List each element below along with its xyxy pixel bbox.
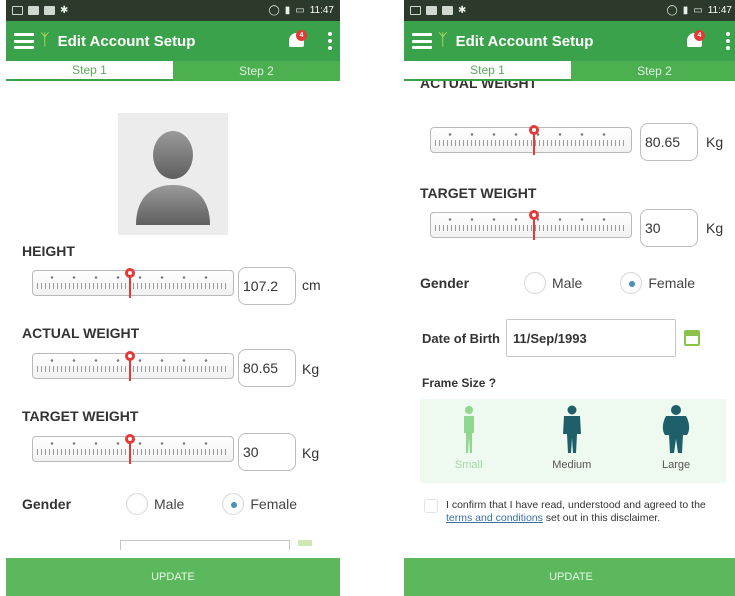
tab-step-1[interactable]: Step 1 — [404, 61, 571, 81]
profile-avatar[interactable] — [118, 113, 228, 235]
target-weight-label: TARGET WEIGHT — [22, 408, 139, 424]
terms-confirmation: I confirm that I have read, understood a… — [420, 499, 726, 525]
actual-weight-unit: Kg — [302, 361, 320, 377]
phone-screen-step1: ✱ ◯ ▮ ▭ 11:47 ᛉ Edit Account Setup 4 Ste… — [6, 0, 340, 596]
small-body-icon — [463, 406, 474, 453]
actual-weight-slider-handle[interactable] — [529, 125, 539, 155]
app-bar: ᛉ Edit Account Setup 4 — [6, 21, 340, 61]
battery-icon: ▭ — [693, 5, 703, 16]
gender-female-radio[interactable]: Female — [222, 493, 297, 515]
gender-label: Gender — [22, 496, 72, 512]
notification-badge: 4 — [296, 30, 307, 41]
notification-badge: 4 — [694, 30, 705, 41]
tab-step-2[interactable]: Step 2 — [571, 61, 735, 81]
gender-label: Gender — [420, 275, 470, 291]
bell-icon[interactable]: 4 — [684, 30, 706, 52]
bell-icon[interactable]: 4 — [286, 30, 308, 52]
terms-link[interactable]: terms and conditions — [446, 512, 543, 524]
gender-female-radio[interactable]: Female — [620, 272, 695, 294]
mail-icon — [28, 6, 39, 15]
actual-weight-slider-handle[interactable] — [125, 351, 135, 381]
calendar-icon[interactable] — [298, 540, 312, 546]
runner-icon: ᛉ — [40, 32, 50, 49]
runner-icon: ᛉ — [438, 32, 448, 49]
form-content: ACTUAL WEIGHT 80.65 Kg TARGET WEIGHT 30 … — [404, 81, 735, 558]
actual-weight-label: ACTUAL WEIGHT — [22, 325, 140, 341]
date-of-birth-label: Date of Birth — [422, 330, 500, 346]
target-weight-label: TARGET WEIGHT — [420, 185, 537, 201]
date-of-birth-input[interactable] — [120, 540, 290, 550]
mail-icon — [44, 6, 55, 15]
date-of-birth-row: Date of Birth 11/Sep/1993 — [422, 319, 700, 357]
frame-size-small[interactable]: Small — [455, 405, 482, 471]
notification-icon — [410, 6, 421, 15]
medium-body-icon — [562, 405, 581, 453]
update-button[interactable]: UPDATE — [6, 558, 340, 596]
calendar-icon[interactable] — [684, 330, 700, 346]
actual-weight-unit: Kg — [706, 134, 724, 150]
app-bar: ᛉ Edit Account Setup 4 — [404, 21, 735, 61]
actual-weight-label: ACTUAL WEIGHT — [420, 81, 538, 91]
person-silhouette-icon — [136, 131, 210, 225]
tab-step-1[interactable]: Step 1 — [6, 61, 173, 81]
signal-icon: ▮ — [682, 5, 689, 16]
height-slider-handle[interactable] — [125, 268, 135, 298]
app-title: Edit Account Setup — [57, 32, 196, 50]
notification-icon — [12, 6, 23, 15]
terms-checkbox[interactable] — [424, 499, 438, 513]
status-time: 11:47 — [309, 5, 334, 16]
step-tabs: Step 1 Step 2 — [404, 61, 735, 81]
gender-row: Gender Male Female — [22, 491, 340, 517]
frame-size-options: Small Medium Large — [420, 399, 726, 483]
target-weight-slider-handle[interactable] — [529, 210, 539, 240]
more-vert-icon[interactable] — [726, 32, 730, 50]
height-label: HEIGHT — [22, 243, 75, 259]
target-weight-unit: Kg — [302, 445, 320, 461]
status-app-icon: ✱ — [458, 5, 467, 16]
actual-weight-input[interactable]: 80.65 — [640, 123, 698, 161]
target-weight-slider-handle[interactable] — [125, 434, 135, 464]
target-weight-unit: Kg — [706, 220, 724, 236]
hamburger-icon[interactable] — [14, 33, 34, 49]
gender-male-radio[interactable]: Male — [126, 493, 184, 515]
alarm-icon: ◯ — [268, 5, 280, 16]
status-time: 11:47 — [707, 5, 732, 16]
terms-text: I confirm that I have read, understood a… — [446, 499, 706, 524]
large-body-icon — [662, 405, 690, 453]
frame-size-medium[interactable]: Medium — [552, 405, 591, 471]
step-tabs: Step 1 Step 2 — [6, 61, 340, 81]
phone-screen-step1-scrolled: ✱ ◯ ▮ ▭ 11:47 ᛉ Edit Account Setup 4 Ste… — [404, 0, 735, 596]
update-button[interactable]: UPDATE — [404, 558, 735, 596]
status-bar: ✱ ◯ ▮ ▭ 11:47 — [404, 0, 735, 21]
date-of-birth-input[interactable]: 11/Sep/1993 — [506, 319, 676, 357]
status-app-icon: ✱ — [60, 5, 69, 16]
tab-step-2[interactable]: Step 2 — [173, 61, 340, 81]
mail-icon — [442, 6, 453, 15]
battery-icon: ▭ — [295, 5, 305, 16]
gender-row: Gender Male Female — [420, 270, 735, 296]
form-content: HEIGHT 107.2 cm ACTUAL WEIGHT 80.65 Kg T… — [6, 81, 340, 558]
height-unit: cm — [302, 277, 321, 293]
more-vert-icon[interactable] — [328, 32, 332, 50]
target-weight-input[interactable]: 30 — [640, 209, 698, 247]
frame-size-label: Frame Size ? — [422, 376, 497, 390]
mail-icon — [426, 6, 437, 15]
alarm-icon: ◯ — [666, 5, 678, 16]
gender-male-radio[interactable]: Male — [524, 272, 582, 294]
signal-icon: ▮ — [284, 5, 291, 16]
actual-weight-input[interactable]: 80.65 — [238, 349, 296, 387]
status-bar: ✱ ◯ ▮ ▭ 11:47 — [6, 0, 340, 21]
app-title: Edit Account Setup — [455, 32, 594, 50]
hamburger-icon[interactable] — [412, 33, 432, 49]
height-input[interactable]: 107.2 — [238, 267, 296, 305]
target-weight-input[interactable]: 30 — [238, 433, 296, 471]
frame-size-large[interactable]: Large — [661, 405, 691, 471]
